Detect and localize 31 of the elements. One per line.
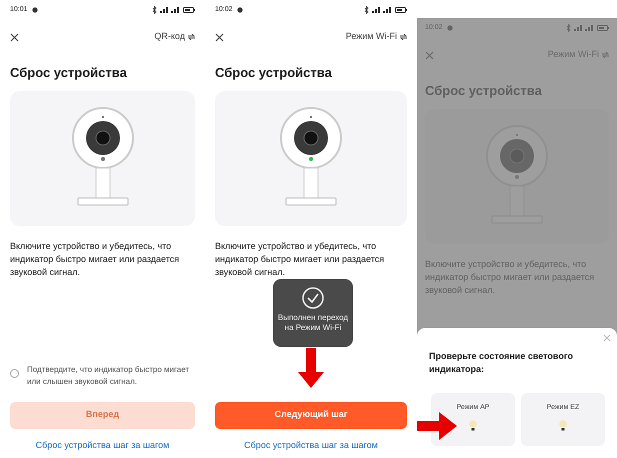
- mode-switch-button[interactable]: Режим Wi-Fi: [346, 30, 407, 44]
- page-title: Сброс устройства: [215, 64, 333, 82]
- confirm-text: Подтвердите, что индикатор быстро мигает или слышен звуковой сигнал.: [27, 364, 190, 388]
- light-bulb-icon: [559, 420, 567, 431]
- instruction-text: Включите устройство и убедитесь, что индикатор быстро мигает или раздается звуковой сигнал.: [425, 258, 596, 297]
- reset-guide-link[interactable]: Сброс устройства шаг за шагом: [215, 438, 407, 452]
- page-title: Сброс устройства: [425, 82, 543, 100]
- signal-icon: [372, 7, 392, 13]
- mode-switch-button[interactable]: QR-код: [154, 30, 195, 44]
- close-button[interactable]: [10, 32, 19, 42]
- toast-text: Выполнен переход на Режим Wi-Fi: [276, 313, 350, 332]
- page-title: Сброс устройства: [10, 64, 128, 82]
- battery-icon: [395, 7, 407, 13]
- battery-icon: [183, 7, 195, 13]
- instruction-text: Включите устройство и убедитесь, что индикатор быстро мигает или раздается звуковой сигнал.: [215, 240, 386, 279]
- swap-icon: [400, 34, 407, 40]
- signal-icon: [160, 7, 180, 13]
- close-icon: [603, 334, 611, 342]
- swap-icon: [188, 34, 195, 40]
- next-button[interactable]: Следующий шаг: [215, 402, 407, 428]
- bluetooth-icon: [364, 6, 369, 14]
- bluetooth-icon: [152, 6, 157, 14]
- checkmark-icon: [302, 287, 324, 309]
- reset-guide-link[interactable]: Сброс устройства шаг за шагом: [10, 438, 195, 452]
- instruction-text: Включите устройство и убедитесь, что индикатор быстро мигает или раздается звуковой сигнал.: [10, 240, 180, 279]
- close-icon: [215, 32, 224, 42]
- radio-button[interactable]: [10, 368, 19, 378]
- light-bulb-icon: [469, 420, 477, 431]
- close-button[interactable]: [215, 32, 224, 42]
- sheet-title: Проверьте состояние светового индикатора:: [429, 350, 574, 376]
- close-icon: [10, 32, 19, 42]
